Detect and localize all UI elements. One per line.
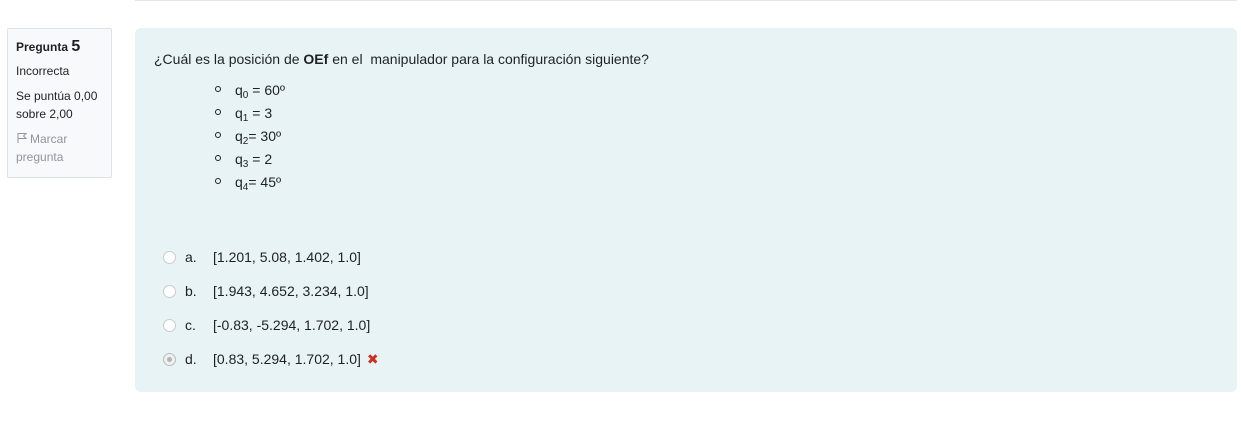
answer-text: [1.943, 4.652, 3.234, 1.0] (213, 283, 369, 299)
question-content: ¿Cuál es la posición de OEf en el manipu… (135, 28, 1237, 392)
bullet-icon (215, 109, 221, 115)
config-item-q3: q3 = 2 (215, 149, 285, 172)
question-word: Pregunta (16, 40, 69, 54)
top-divider (135, 0, 1237, 1)
answer-radio-b[interactable] (163, 284, 176, 298)
question-text: ¿Cuál es la posición de OEf en el manipu… (154, 51, 649, 67)
flag-icon (16, 131, 28, 143)
answer-radio-d[interactable] (163, 352, 176, 366)
answer-option-b[interactable]: b. [1.943, 4.652, 3.234, 1.0] (163, 274, 379, 308)
flag-label-line-1: Marcar (30, 132, 68, 146)
answer-option-d[interactable]: d. [0.83, 5.294, 1.702, 1.0] ✖ (163, 342, 379, 376)
question-number: Pregunta 5 (16, 38, 103, 56)
question-state: Incorrecta (16, 64, 70, 78)
bullet-icon (215, 178, 221, 184)
answer-letter: d. (185, 351, 197, 367)
answer-letter: b. (185, 283, 197, 299)
grade-line-1: Se puntúa 0,00 (16, 89, 98, 103)
answer-option-a[interactable]: a. [1.201, 5.08, 1.402, 1.0] (163, 240, 379, 274)
config-item-q2: q2= 30º (215, 126, 285, 149)
config-item-q0: q0 = 60º (215, 80, 285, 103)
answer-text: [0.83, 5.294, 1.702, 1.0] (213, 351, 361, 367)
config-item-q1: q1 = 3 (215, 103, 285, 126)
flag-label-line-2: pregunta (16, 150, 64, 164)
question-text-after: en el manipulador para la configuración … (328, 51, 649, 67)
answer-options: a. [1.201, 5.08, 1.402, 1.0] b. [1.943, … (163, 240, 379, 376)
bullet-icon (215, 155, 221, 161)
answer-text: [1.201, 5.08, 1.402, 1.0] (213, 249, 361, 265)
answer-option-c[interactable]: c. [-0.83, -5.294, 1.702, 1.0] (163, 308, 379, 342)
answer-radio-c[interactable] (163, 318, 176, 332)
answer-text: [-0.83, -5.294, 1.702, 1.0] (213, 317, 371, 333)
bullet-icon (215, 132, 221, 138)
configuration-list: q0 = 60º q1 = 3 q2= 30º q3 = 2 q4= 45º (215, 80, 285, 195)
question-grade: Se puntúa 0,00 sobre 2,00 (16, 87, 103, 123)
grade-line-2: sobre 2,00 (16, 107, 73, 121)
question-number-value: 5 (71, 38, 81, 55)
answer-letter: a. (185, 249, 197, 265)
answer-radio-a[interactable] (163, 250, 176, 264)
config-item-q4: q4= 45º (215, 172, 285, 195)
bullet-icon (215, 86, 221, 92)
flag-question-link[interactable]: Marcar pregunta (16, 130, 103, 166)
question-text-before: ¿Cuál es la posición de (154, 51, 304, 67)
question-info-panel: Pregunta 5 Incorrecta Se puntúa 0,00 sob… (7, 28, 112, 178)
question-text-bold: OEf (303, 51, 329, 67)
cross-icon: ✖ (366, 350, 379, 367)
answer-letter: c. (185, 317, 196, 333)
